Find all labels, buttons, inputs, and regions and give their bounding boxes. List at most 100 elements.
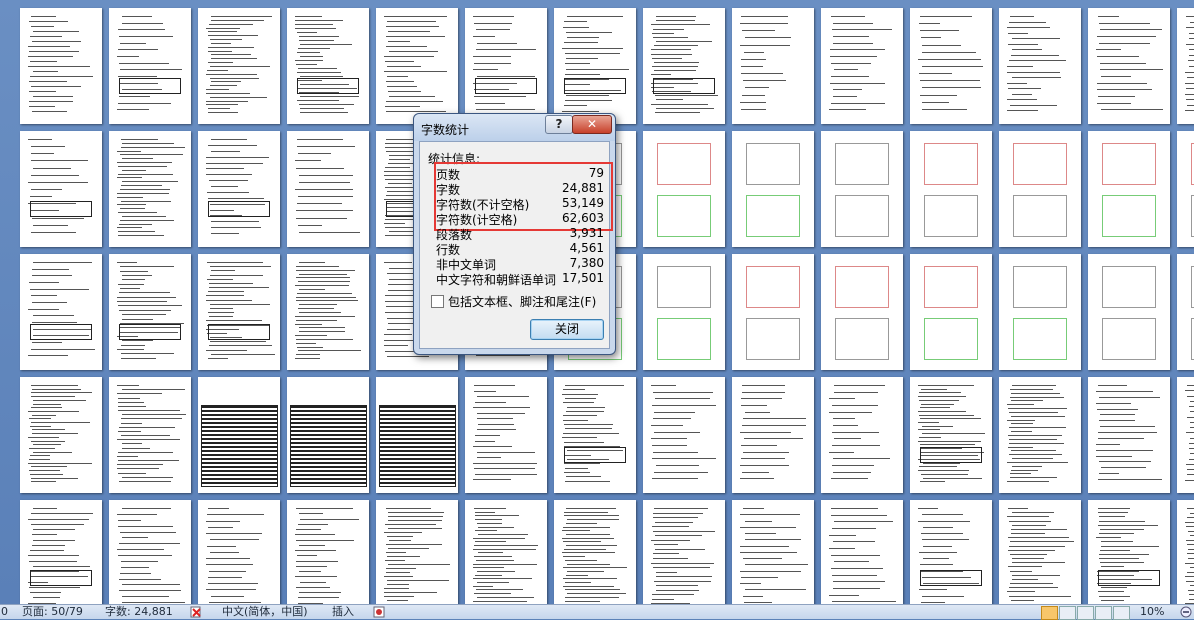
page-thumbnail[interactable]	[376, 500, 458, 604]
page-thumbnail[interactable]	[821, 377, 903, 493]
page-thumbnail[interactable]	[465, 377, 547, 493]
page-thumbnail[interactable]	[198, 500, 280, 604]
text-line	[475, 519, 502, 520]
proofing-error-icon[interactable]	[190, 606, 202, 618]
text-line	[29, 21, 68, 22]
text-line	[118, 473, 146, 474]
page-thumbnail[interactable]	[643, 8, 725, 124]
text-line	[1007, 420, 1035, 421]
text-line	[120, 220, 174, 221]
page-thumbnail[interactable]	[376, 8, 458, 124]
page-thumbnail[interactable]	[1088, 8, 1170, 124]
page-thumbnail[interactable]	[821, 500, 903, 604]
page-thumbnail[interactable]	[20, 131, 102, 247]
page-thumbnail[interactable]	[643, 500, 725, 604]
text-line	[1011, 450, 1056, 451]
page-thumbnail[interactable]	[287, 8, 369, 124]
page-thumbnail[interactable]	[1177, 131, 1194, 247]
text-line	[473, 549, 536, 550]
text-line	[33, 529, 75, 530]
page-thumbnail[interactable]	[287, 377, 369, 493]
page-thumbnail[interactable]	[999, 131, 1081, 247]
close-icon[interactable]: ✕	[572, 115, 612, 134]
page-thumbnail[interactable]	[999, 254, 1081, 370]
page-thumbnail[interactable]	[287, 500, 369, 604]
text-line	[654, 62, 699, 63]
page-thumbnail[interactable]	[287, 131, 369, 247]
page-thumbnail[interactable]	[1177, 377, 1194, 493]
page-thumbnail[interactable]	[910, 500, 992, 604]
checkbox-icon[interactable]	[431, 295, 444, 308]
page-thumbnail[interactable]	[999, 500, 1081, 604]
text-line	[211, 43, 231, 44]
page-thumbnail[interactable]	[821, 8, 903, 124]
page-thumbnail[interactable]	[732, 500, 814, 604]
text-line	[206, 93, 250, 94]
page-indicator[interactable]: 页面: 50/79	[22, 605, 83, 619]
page-thumbnail[interactable]	[198, 131, 280, 247]
page-thumbnail[interactable]	[643, 377, 725, 493]
page-thumbnail[interactable]	[732, 131, 814, 247]
page-thumbnail[interactable]	[376, 377, 458, 493]
text-line	[656, 20, 695, 21]
page-thumbnail[interactable]	[465, 8, 547, 124]
page-thumbnail[interactable]	[643, 131, 725, 247]
page-thumbnail[interactable]	[554, 377, 636, 493]
page-thumbnail[interactable]	[643, 254, 725, 370]
page-thumbnail[interactable]	[109, 131, 191, 247]
language-indicator[interactable]: 中文(简体，中国)	[222, 605, 308, 619]
page-thumbnail[interactable]	[1088, 131, 1170, 247]
page-thumbnail[interactable]	[910, 254, 992, 370]
page-thumbnail[interactable]	[1088, 500, 1170, 604]
structure-drawing	[746, 266, 800, 308]
help-button[interactable]: ?	[545, 115, 573, 134]
page-thumbnail[interactable]	[1177, 500, 1194, 604]
text-line	[651, 385, 676, 386]
page-thumbnail[interactable]	[198, 254, 280, 370]
page-thumbnail[interactable]	[910, 377, 992, 493]
page-thumbnail[interactable]	[732, 254, 814, 370]
page-thumbnail[interactable]	[910, 131, 992, 247]
page-thumbnail[interactable]	[287, 254, 369, 370]
text-line	[117, 393, 162, 394]
page-thumbnail[interactable]	[20, 500, 102, 604]
page-thumbnail[interactable]	[999, 377, 1081, 493]
page-thumbnail[interactable]	[1088, 377, 1170, 493]
macro-record-icon[interactable]	[373, 606, 385, 618]
page-thumbnail[interactable]	[554, 500, 636, 604]
insert-mode-indicator[interactable]: 插入	[332, 605, 354, 619]
include-textboxes-checkbox[interactable]: 包括文本框、脚注和尾注(F)	[431, 293, 596, 310]
page-thumbnail[interactable]	[20, 8, 102, 124]
text-line	[210, 97, 267, 98]
page-thumbnail[interactable]	[821, 131, 903, 247]
word-count-indicator[interactable]: 字数: 24,881	[105, 605, 173, 619]
page-thumbnail[interactable]	[109, 8, 191, 124]
page-thumbnail[interactable]	[1088, 254, 1170, 370]
text-line	[1012, 94, 1032, 95]
text-line	[478, 527, 514, 528]
text-line	[830, 56, 877, 57]
page-thumbnail[interactable]	[109, 500, 191, 604]
zoom-out-icon[interactable]	[1180, 606, 1192, 618]
page-thumbnail[interactable]	[109, 377, 191, 493]
structure-drawing	[1013, 266, 1067, 308]
close-button[interactable]: 关闭	[530, 319, 604, 340]
page-thumbnail[interactable]	[465, 500, 547, 604]
page-thumbnail[interactable]	[109, 254, 191, 370]
page-thumbnail[interactable]	[198, 8, 280, 124]
dialog-titlebar[interactable]: 字数统计 ? ✕	[414, 114, 615, 141]
text-line	[740, 465, 789, 466]
zoom-level[interactable]: 10%	[1140, 605, 1164, 619]
page-thumbnail[interactable]	[1177, 8, 1194, 124]
page-thumbnail[interactable]	[198, 377, 280, 493]
page-thumbnail[interactable]	[821, 254, 903, 370]
text-line	[1185, 522, 1194, 523]
page-thumbnail[interactable]	[999, 8, 1081, 124]
page-thumbnail[interactable]	[732, 8, 814, 124]
page-thumbnail[interactable]	[1177, 254, 1194, 370]
page-thumbnail[interactable]	[20, 377, 102, 493]
page-thumbnail[interactable]	[910, 8, 992, 124]
page-thumbnail[interactable]	[732, 377, 814, 493]
page-thumbnail[interactable]	[20, 254, 102, 370]
page-thumbnail[interactable]	[554, 8, 636, 124]
